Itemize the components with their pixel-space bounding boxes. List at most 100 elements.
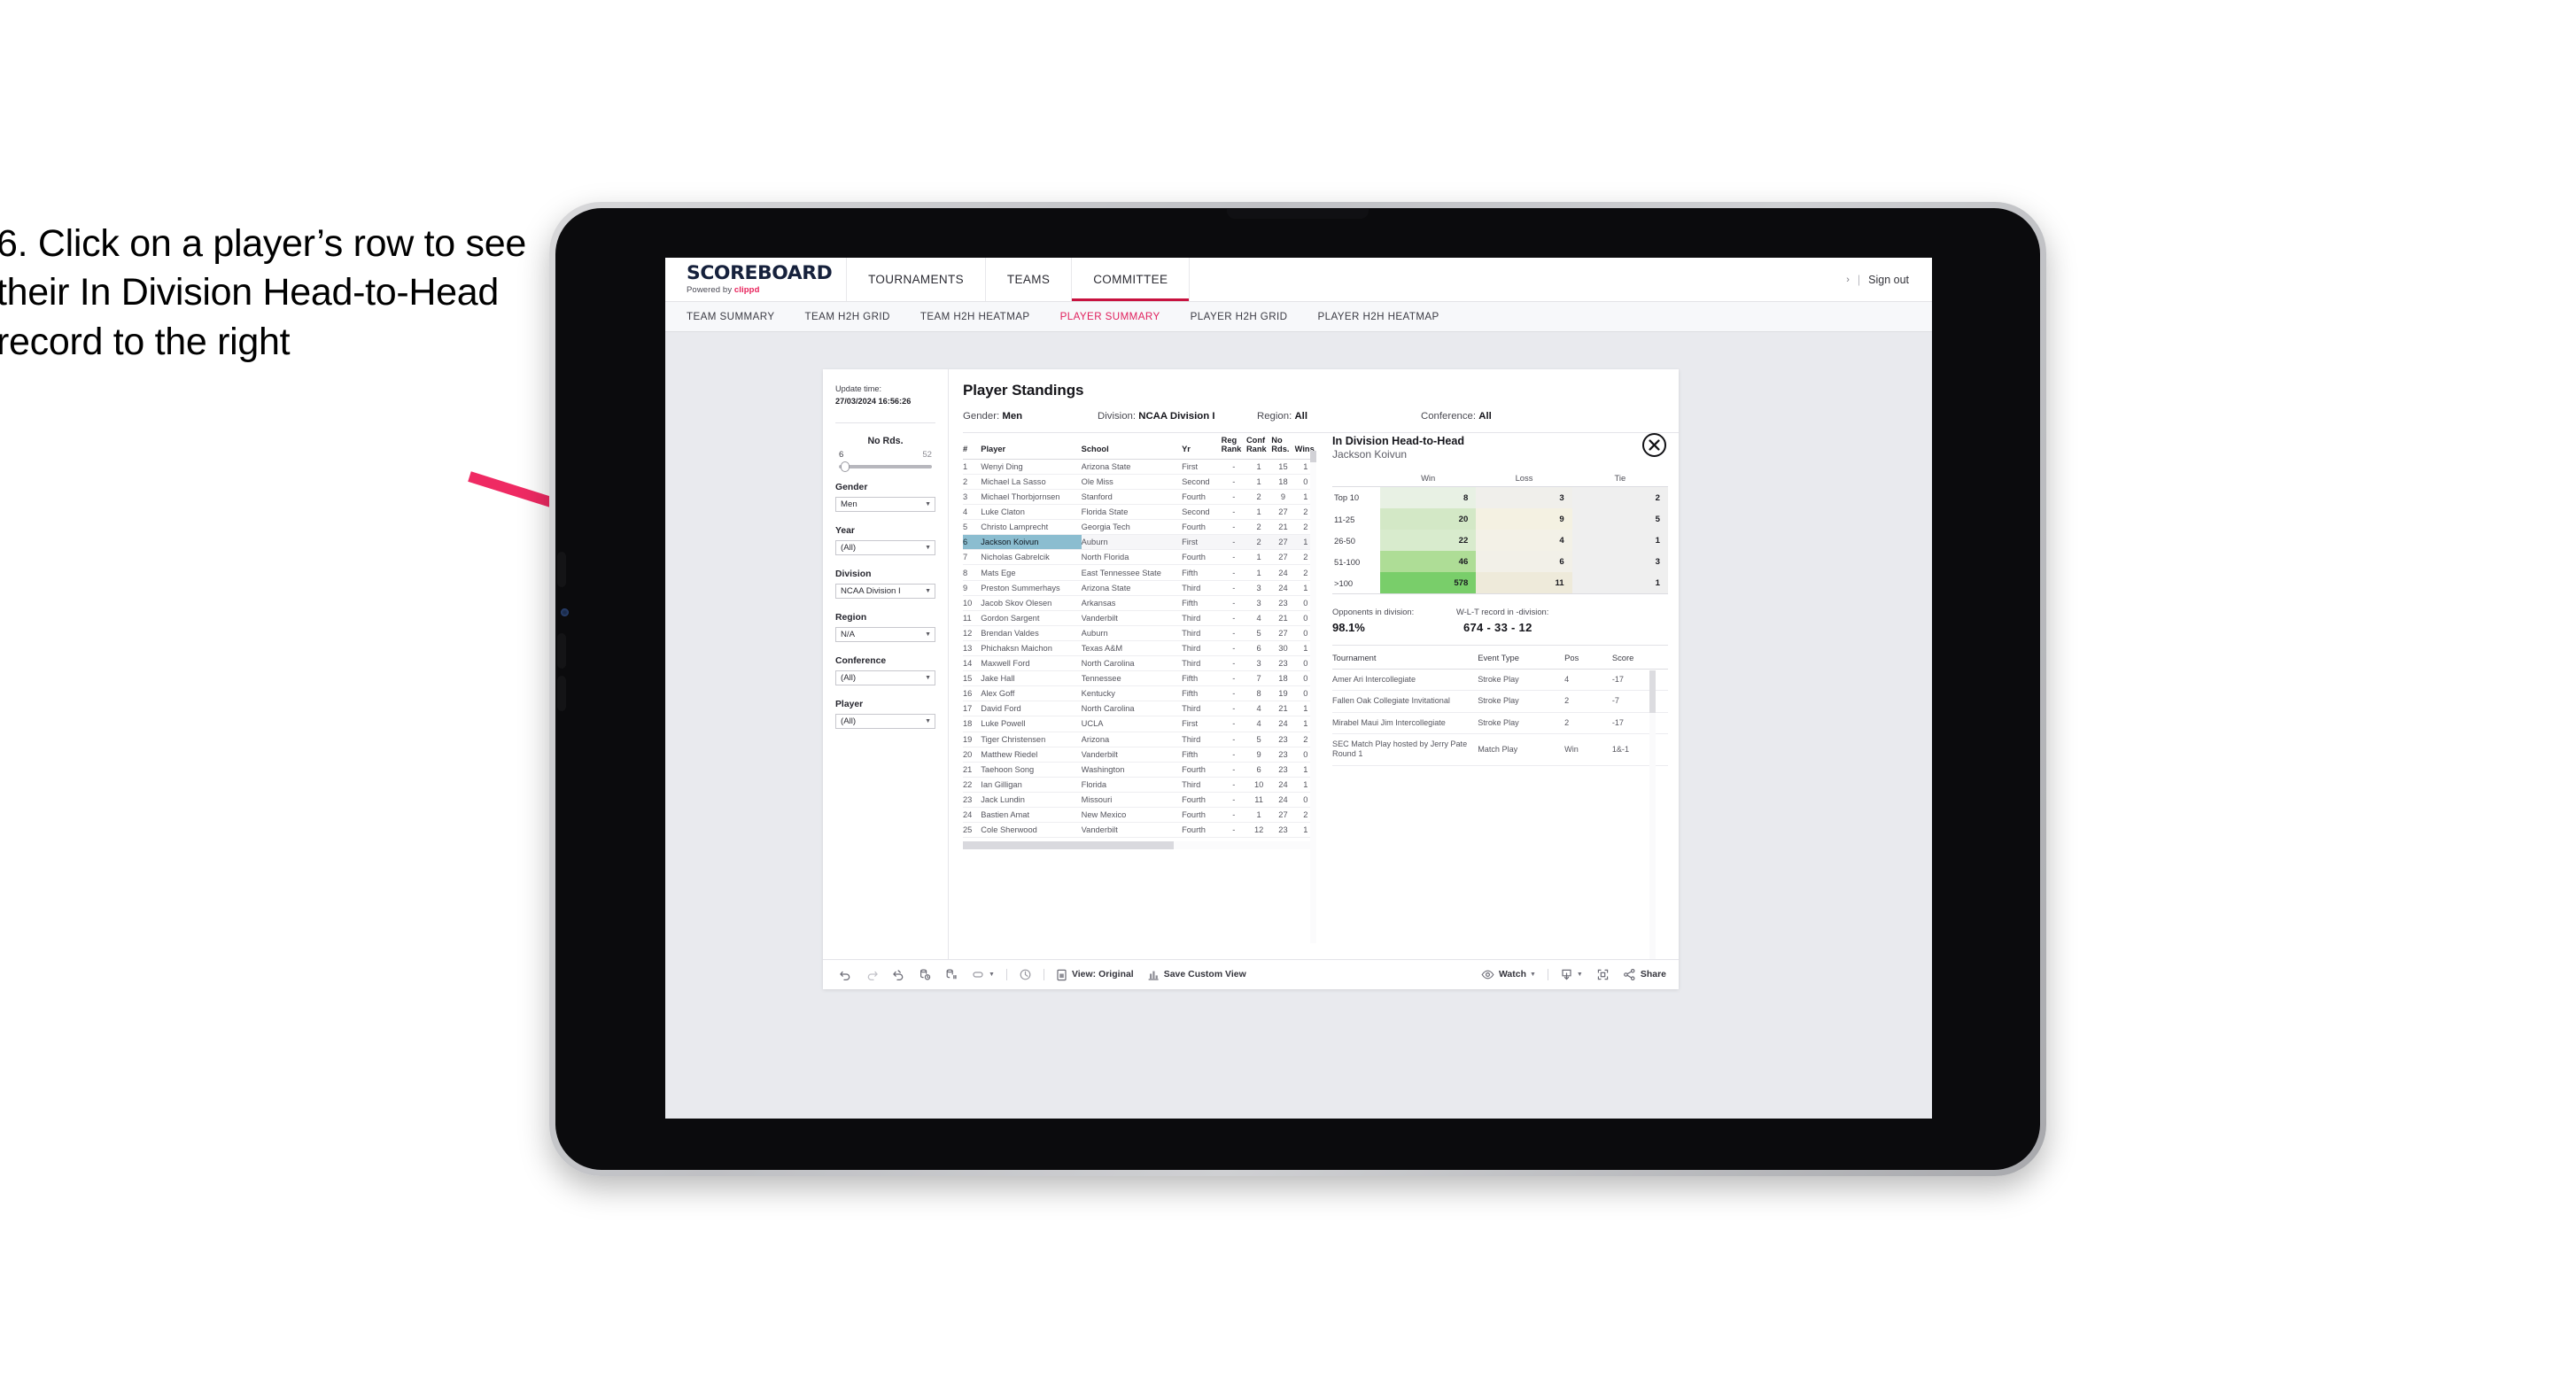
scrollbar-thumb[interactable] [1310, 451, 1316, 462]
table-row[interactable]: SEC Match Play hosted by Jerry Pate Roun… [1332, 733, 1668, 766]
tab-team-h2h-grid[interactable]: TEAM H2H GRID [805, 311, 890, 322]
scrollbar-thumb[interactable] [1649, 670, 1656, 713]
close-icon[interactable] [1642, 433, 1666, 457]
nav-item-committee[interactable]: COMMITTEE [1071, 258, 1191, 301]
tab-team-summary[interactable]: TEAM SUMMARY [687, 311, 775, 322]
slider-handle[interactable] [841, 461, 850, 472]
no-rounds-slider[interactable] [839, 461, 932, 472]
table-horizontal-scrollbar[interactable] [963, 841, 1316, 850]
table-row[interactable]: 1 Wenyi Ding Arizona State First -1 15 1 [963, 459, 1316, 475]
table-row[interactable]: 6 Jackson Koivun Auburn First -2 27 1 [963, 534, 1316, 551]
cell-conf-rank: 3 [1245, 595, 1272, 611]
table-row[interactable]: Fallen Oak Collegiate Invitational Stroke… [1332, 690, 1668, 713]
save-custom-view-button[interactable]: Save Custom View [1147, 969, 1246, 981]
undo-icon[interactable] [839, 968, 852, 981]
table-row[interactable]: 17 David Ford North Carolina Third -4 21 1 [963, 701, 1316, 717]
table-row[interactable]: Amer Ari Intercollegiate Stroke Play 4 -17 [1332, 669, 1668, 692]
nav-item-teams[interactable]: TEAMS [984, 258, 1071, 301]
tab-player-summary[interactable]: PLAYER SUMMARY [1060, 311, 1160, 322]
col-tournament[interactable]: Tournament [1332, 651, 1478, 670]
filter-division-select[interactable]: NCAA Division I ▼ [835, 583, 935, 599]
table-row[interactable]: 2 Michael La Sasso Ole Miss Second -1 18 0 [963, 474, 1316, 491]
brand-logo[interactable]: SCOREBOARD Powered by clippd [665, 258, 846, 301]
heatmap-cell[interactable]: 6 [1476, 551, 1572, 572]
sign-out-link[interactable]: Sign out [1868, 274, 1909, 286]
table-row[interactable]: 10 Jacob Skov Olesen Arkansas Fifth -3 23 0 [963, 595, 1316, 611]
cell-school: Vanderbilt [1081, 747, 1183, 763]
filter-player-select[interactable]: (All) ▼ [835, 713, 935, 729]
volume-up-button[interactable] [557, 633, 566, 669]
heatmap-cell[interactable]: 1 [1571, 572, 1668, 594]
tab-player-h2h-grid[interactable]: PLAYER H2H GRID [1191, 311, 1288, 322]
table-row[interactable]: 22 Ian Gilligan Florida Third -10 24 1 [963, 777, 1316, 793]
heatmap-cell[interactable]: 4 [1476, 530, 1572, 551]
table-vertical-scrollbar[interactable] [1310, 451, 1316, 943]
tournament-scrollbar[interactable] [1649, 670, 1656, 959]
table-row[interactable]: 19 Tiger Christensen Arizona Third -5 23 2 [963, 732, 1316, 747]
heatmap-cell[interactable]: 9 [1476, 508, 1572, 530]
heatmap-cell[interactable]: 20 [1380, 508, 1477, 530]
table-row[interactable]: 5 Christo Lamprecht Georgia Tech Fourth -2 21… [963, 519, 1316, 536]
col-player[interactable]: Player [981, 433, 1082, 460]
table-row[interactable]: 15 Jake Hall Tennessee Fifth -7 18 0 [963, 670, 1316, 687]
table-row[interactable]: 23 Jack Lundin Missouri Fourth -11 24 0 [963, 792, 1316, 808]
view-original-button[interactable]: View: Original [1056, 969, 1134, 981]
col-rank[interactable]: # [963, 433, 982, 460]
table-row[interactable]: 4 Luke Claton Florida State Second -1 27 2 [963, 504, 1316, 521]
table-row[interactable]: 20 Matthew Riedel Vanderbilt Fifth -9 23 0 [963, 747, 1316, 763]
heatmap-cell[interactable]: 46 [1380, 551, 1477, 572]
heatmap-cell[interactable]: 1 [1571, 530, 1668, 551]
refresh-data-icon[interactable] [919, 968, 932, 981]
filter-gender-select[interactable]: Men ▼ [835, 496, 935, 512]
table-row[interactable]: 3 Michael Thorbjornsen Stanford Fourth -2 9 1 [963, 489, 1316, 506]
heatmap-cell[interactable]: 11 [1476, 572, 1572, 594]
pause-auto-update-icon[interactable] [945, 968, 958, 981]
table-row[interactable]: 24 Bastien Amat New Mexico Fourth -1 27 2 [963, 807, 1316, 824]
heatmap-cell[interactable]: 2 [1571, 486, 1668, 508]
fullscreen-icon[interactable] [1596, 968, 1610, 981]
scrollbar-thumb[interactable] [963, 841, 1174, 850]
watch-button[interactable]: Watch ▼ [1481, 969, 1536, 980]
heatmap-cell[interactable]: 578 [1380, 572, 1477, 594]
table-row[interactable]: 11 Gordon Sargent Vanderbilt Third -4 21 0 [963, 610, 1316, 626]
filter-conference-select[interactable]: (All) ▼ [835, 670, 935, 685]
table-row[interactable]: 9 Preston Summerhays Arizona State Third -3 2… [963, 580, 1316, 596]
table-row[interactable]: 13 Phichaksn Maichon Texas A&M Third -6 30 1 [963, 640, 1316, 657]
table-row[interactable]: 12 Brendan Valdes Auburn Third -5 27 0 [963, 625, 1316, 641]
chevron-right-icon[interactable]: › [1846, 275, 1850, 285]
heatmap-cell[interactable]: 3 [1476, 486, 1572, 508]
table-row[interactable]: 18 Luke Powell UCLA First -4 24 1 [963, 716, 1316, 732]
col-no-rounds[interactable]: No Rds. [1271, 433, 1295, 460]
col-school[interactable]: School [1081, 433, 1183, 460]
table-row[interactable]: 8 Mats Ege East Tennessee State Fifth -1 24 2 [963, 564, 1316, 581]
history-icon[interactable] [1019, 968, 1032, 981]
col-pos[interactable]: Pos [1564, 651, 1612, 670]
power-button[interactable] [557, 552, 566, 587]
volume-down-button[interactable] [557, 676, 566, 711]
nav-item-tournaments[interactable]: TOURNAMENTS [846, 258, 985, 301]
heatmap-cell[interactable]: 22 [1380, 530, 1477, 551]
tab-team-h2h-heatmap[interactable]: TEAM H2H HEATMAP [920, 311, 1030, 322]
filter-year-select[interactable]: (All) ▼ [835, 539, 935, 555]
col-year[interactable]: Yr [1182, 433, 1222, 460]
share-button[interactable]: Share [1623, 968, 1666, 981]
table-row[interactable]: Mirabel Maui Jim Intercollegiate Stroke P… [1332, 712, 1668, 735]
download-icon[interactable]: ▼ [1560, 968, 1583, 981]
view-dropdown-icon[interactable]: ▼ [972, 968, 995, 981]
redo-icon[interactable] [865, 968, 879, 981]
col-event-type[interactable]: Event Type [1478, 651, 1565, 670]
table-row[interactable]: 21 Taehoon Song Washington Fourth -6 23 1 [963, 762, 1316, 778]
table-row[interactable]: 16 Alex Goff Kentucky Fifth -8 19 0 [963, 685, 1316, 702]
col-reg-rank[interactable]: Reg Rank [1221, 433, 1246, 460]
table-row[interactable]: 7 Nicholas Gabrelcik North Florida Fourth -1… [963, 549, 1316, 566]
table-row[interactable]: 25 Cole Sherwood Vanderbilt Fourth -12 23 1 [963, 822, 1316, 839]
filter-region-select[interactable]: N/A ▼ [835, 626, 935, 642]
col-conf-rank[interactable]: Conf Rank [1245, 433, 1272, 460]
table-row[interactable]: 14 Maxwell Ford North Carolina Third -3 23 0 [963, 655, 1316, 672]
revert-icon[interactable] [892, 968, 905, 981]
heatmap-cell[interactable]: 5 [1571, 508, 1668, 530]
tab-player-h2h-heatmap[interactable]: PLAYER H2H HEATMAP [1317, 311, 1439, 322]
heatmap-cell[interactable]: 3 [1571, 551, 1668, 572]
heatmap-cell[interactable]: 8 [1380, 486, 1477, 508]
col-score[interactable]: Score [1611, 651, 1668, 670]
